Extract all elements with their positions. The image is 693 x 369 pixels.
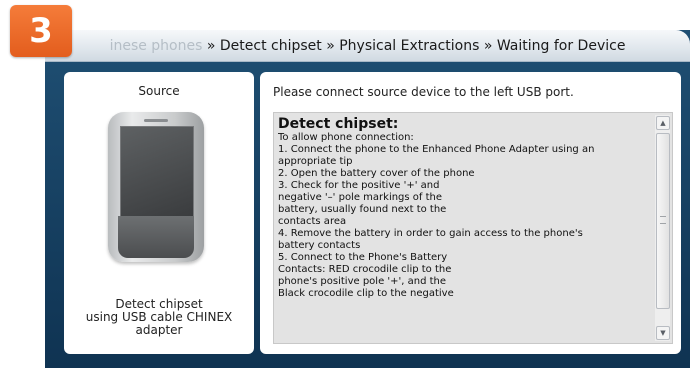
info-line: 1. Connect the phone to the Enhanced Pho…	[278, 144, 595, 155]
info-line: 5. Connect to the Phone's Battery	[278, 252, 448, 263]
feature-phone-image	[108, 112, 204, 262]
info-line: 2. Open the battery cover of the phone	[278, 168, 475, 179]
connect-instruction: Please connect source device to the left…	[273, 85, 574, 99]
step-number: 3	[29, 11, 53, 51]
source-caption: Detect chipset using USB cable CHINEX ad…	[64, 298, 254, 337]
info-line: 4. Remove the battery in order to gain a…	[278, 228, 583, 239]
info-line: phone's positive pole '+', and the	[278, 276, 447, 287]
source-panel: Source Detect chipset using USB cable CH…	[64, 72, 254, 354]
phone-keypad	[118, 216, 194, 258]
instructions-panel: Please connect source device to the left…	[260, 72, 681, 354]
breadcrumb: inese phones » Detect chipset » Physical…	[45, 38, 690, 54]
breadcrumb-faded-start: inese phones	[109, 38, 203, 54]
scroll-up-arrow-icon[interactable]: ▲	[656, 116, 670, 130]
chipset-info-heading: Detect chipset:	[278, 117, 399, 132]
source-title: Source	[138, 84, 180, 98]
scroll-thumb[interactable]	[656, 133, 670, 309]
breadcrumb-path: » Detect chipset » Physical Extractions …	[202, 38, 626, 54]
info-line: To allow phone connection:	[278, 132, 414, 143]
breadcrumb-bar: inese phones » Detect chipset » Physical…	[45, 30, 690, 62]
info-line: battery contacts	[278, 240, 361, 251]
info-line: Black crocodile clip to the negative	[278, 288, 454, 299]
grip-icon	[660, 216, 666, 224]
chipset-info-box[interactable]: Detect chipset: To allow phone connectio…	[273, 112, 673, 344]
source-caption-line: adapter	[135, 323, 183, 337]
vertical-scrollbar[interactable]: ▲ ▼	[655, 115, 670, 341]
info-line: negative '–' pole markings of the	[278, 192, 443, 203]
step-number-badge: 3	[10, 5, 72, 57]
info-line: contacts area	[278, 216, 347, 227]
phone-speaker	[144, 119, 168, 122]
scroll-down-arrow-icon[interactable]: ▼	[656, 326, 670, 340]
phone-screen	[120, 126, 194, 218]
info-line: 3. Check for the positive '+' and	[278, 180, 440, 191]
info-line: appropriate tip	[278, 156, 353, 167]
chipset-info-content: Detect chipset: To allow phone connectio…	[278, 117, 650, 341]
info-line: battery, usually found next to the	[278, 204, 447, 215]
info-line: Contacts: RED crocodile clip to the	[278, 264, 452, 275]
